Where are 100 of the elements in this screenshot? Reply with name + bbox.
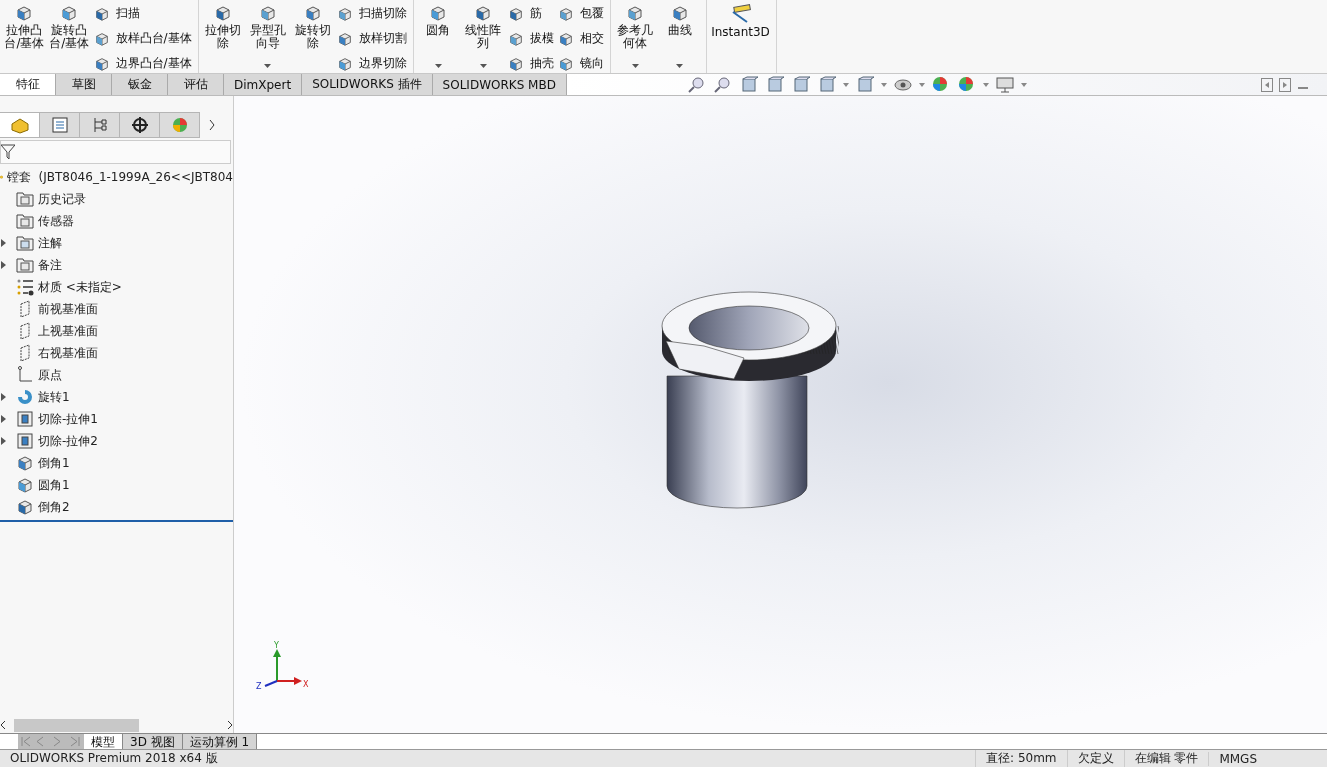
tree-item[interactable]: 圆角1 [38,476,70,494]
caret-icon[interactable] [434,64,442,68]
tree-item[interactable]: 镗套 (JBT8046_1-1999A_26<<JBT804 [6,168,233,186]
ribbon-button[interactable]: 边界凸台/基体 [93,53,192,74]
caret-icon[interactable] [264,64,272,68]
ribbon-button[interactable]: 曲线 [659,2,701,72]
graphics-viewport[interactable]: Y Z X [234,96,1327,733]
ribbon-button[interactable]: 异型孔向导 [247,2,289,72]
ribbon-button[interactable]: 拔模 [507,28,554,49]
ribbon-button[interactable]: 相交 [557,28,604,49]
tree-item[interactable]: 材质 <未指定> [38,278,122,296]
ribbon-button[interactable]: 放样凸台/基体 [93,28,192,49]
cube-icon [507,5,524,22]
cube-icon [60,4,79,22]
cube-icon [93,55,110,72]
ribbon-tab[interactable]: 草图 [56,74,112,95]
filter-icon [1,144,15,160]
zoom-fit-icon[interactable] [686,75,707,94]
ribbon-button[interactable]: 镜向 [557,53,604,74]
tree-item[interactable]: 倒角2 [38,498,70,516]
filter-field[interactable] [0,140,231,164]
scroll-left-icon[interactable] [0,720,6,730]
zoom-area-icon[interactable] [712,75,733,94]
tree-item[interactable]: 上视基准面 [38,322,98,340]
ribbon-button[interactable]: 放样切割 [337,28,408,49]
ribbon-button[interactable]: 抽壳 [507,53,554,74]
ribbon-tab[interactable]: 评估 [168,74,224,95]
tree-item[interactable]: 前视基准面 [38,300,98,318]
cube-icon [507,30,524,47]
material-icon [16,278,34,296]
expand-arrow-icon[interactable] [0,437,8,445]
cube-icon [626,4,644,22]
caret-icon[interactable] [479,64,487,68]
ribbon-button[interactable]: 包覆 [557,3,604,24]
tree-item[interactable]: 旋转1 [38,388,70,406]
property-tab-icon[interactable] [40,112,80,138]
cube-icon [303,4,322,22]
expand-arrow-icon[interactable] [0,239,8,247]
status-field: 直径: 50mm [975,750,1067,767]
cube-icon [337,5,354,22]
ribbon-tab[interactable]: SOLIDWORKS MBD [432,74,567,95]
model-tab[interactable]: 运动算例 1 [182,734,258,749]
ribbon-button[interactable]: 旋转凸台/基体 [48,2,90,72]
next-pane-icon[interactable] [1279,77,1291,92]
folder-icon [16,256,34,274]
dimxpert-tab-icon[interactable] [120,112,160,138]
expand-arrow-icon[interactable] [0,393,8,401]
caret-icon[interactable] [676,64,684,68]
caret-icon[interactable] [1020,82,1027,87]
ribbon-button[interactable]: 圆角 [418,2,459,72]
tree-item[interactable]: 传感器 [38,212,74,230]
cube-icon [557,55,574,72]
caret-icon[interactable] [631,64,639,68]
tree-item[interactable]: 原点 [38,366,62,384]
ribbon-button[interactable]: 参考几何体 [614,2,656,72]
expand-arrow-icon[interactable] [0,415,8,423]
ribbon-tab[interactable]: SOLIDWORKS 插件 [302,74,433,95]
chamfer-icon [16,454,34,472]
ribbon-button[interactable]: 拉伸切除 [202,2,244,72]
caret-icon[interactable] [842,82,849,87]
scroll-right-icon[interactable] [227,720,233,730]
cube-icon [15,4,34,22]
axis-label: X [303,680,309,689]
tree-item[interactable]: 备注 [38,256,62,274]
tree-item[interactable]: 注解 [38,234,62,252]
cube-icon [337,55,354,72]
scrollbar-thumb[interactable] [14,718,139,732]
ribbon-tab[interactable]: 钣金 [112,74,168,95]
status-field: 欠定义 [1066,750,1124,767]
caret-icon[interactable] [982,82,989,87]
fillet-icon [16,476,34,494]
cut-extrude-icon [16,432,34,450]
status-field: MMGS [1208,751,1267,766]
cube-icon [214,4,233,22]
caret-icon[interactable] [918,82,925,87]
previous-pane-icon[interactable] [1261,77,1273,92]
feature-tree-tab-icon[interactable] [0,112,40,138]
ribbon-button[interactable]: 扫描切除 [337,3,408,24]
ribbon-button[interactable]: Instant3D [711,2,770,72]
tree-item[interactable]: 倒角1 [38,454,70,472]
tree-item[interactable]: 右视基准面 [38,344,98,362]
ribbon-button[interactable]: 边界切除 [337,53,408,74]
ribbon-tab[interactable]: DimXpert [224,74,303,95]
cube-icon [557,30,574,47]
ribbon-button[interactable]: 筋 [507,3,554,24]
ribbon-button[interactable]: 扫描 [93,3,192,24]
cube-icon [93,5,110,22]
model-tab[interactable]: 3D 视图 [123,734,183,749]
folder-icon [16,190,34,208]
tree-item[interactable]: 历史记录 [38,190,86,208]
tree-item[interactable]: 切除-拉伸2 [38,432,98,450]
ribbon-button[interactable]: 线性阵列 [462,2,504,72]
cube-icon [670,4,689,22]
display-monitor-icon[interactable] [994,75,1015,94]
expand-arrow-icon[interactable] [0,261,8,269]
caret-icon[interactable] [880,82,887,87]
ribbon-button[interactable]: 拉伸凸台/基体 [4,2,45,72]
ribbon-button[interactable]: 旋转切除 [292,2,334,72]
tree-item[interactable]: 切除-拉伸1 [38,410,98,428]
cube-icon [429,4,448,22]
